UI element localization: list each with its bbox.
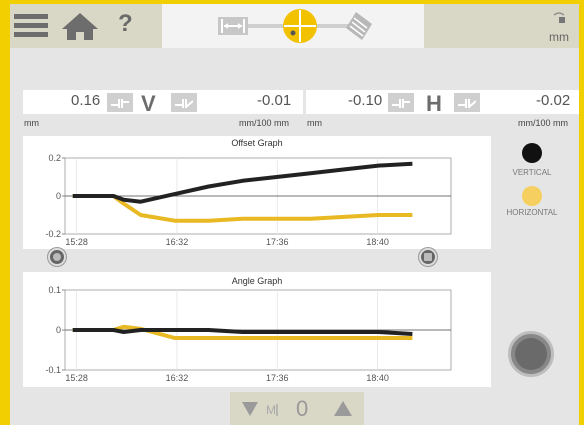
range-start-handle[interactable] xyxy=(48,248,66,266)
offset-icon xyxy=(111,98,129,108)
x-tick-label: 15:28 xyxy=(65,373,88,383)
x-tick-label: 17:36 xyxy=(266,373,289,383)
down-arrow-icon[interactable] xyxy=(242,402,258,416)
range-end-handle[interactable] xyxy=(419,248,437,266)
vertical-angle-unit: mm/100 mm xyxy=(239,118,290,128)
offset-graph-plot: 15:28 16:32 17:36 18:40 0.2 0 -0.2 xyxy=(45,153,452,247)
svg-text:M: M xyxy=(266,403,276,417)
x-tick-label: 16:32 xyxy=(166,373,189,383)
lock-icon xyxy=(553,12,565,23)
distance-icon[interactable] xyxy=(218,17,248,35)
angle-graph-title: Angle Graph xyxy=(231,276,283,286)
angle-button[interactable] xyxy=(454,93,480,112)
angle-graph-plot: 15:28 16:32 17:36 18:40 0.1 0 -0.1 xyxy=(45,285,452,383)
vertical-readout: 0.16 V -0.01 xyxy=(23,90,303,116)
x-tick-label: 17:36 xyxy=(266,237,289,247)
y-tick-label: 0 xyxy=(56,191,61,201)
horizontal-legend-label: HORIZONTAL xyxy=(506,208,558,217)
offset-icon xyxy=(392,98,410,108)
vertical-series-line xyxy=(72,328,413,336)
mode-selector xyxy=(162,4,424,48)
angle-button[interactable] xyxy=(171,93,197,112)
x-tick-label: 15:28 xyxy=(65,237,88,247)
top-toolbar: ? mm xyxy=(10,4,579,48)
offset-graph-title: Offset Graph xyxy=(231,138,283,148)
filter-icon[interactable]: M xyxy=(266,403,278,417)
angle-graph[interactable]: Angle Graph 15:28 16:32 17:36 18:40 0.1 0 -0.1 xyxy=(23,272,491,387)
toolbar-right: mm xyxy=(424,4,579,48)
y-tick-label: -0.1 xyxy=(45,365,61,375)
measure-crosshair-icon[interactable] xyxy=(283,9,317,43)
y-tick-label: 0 xyxy=(56,325,61,335)
horizontal-angle-unit: mm/100 mm xyxy=(518,118,569,128)
record-button[interactable] xyxy=(508,331,554,377)
unit-label[interactable]: mm xyxy=(549,30,569,44)
toolbar-left: ? xyxy=(10,4,162,48)
vertical-angle-value: -0.01 xyxy=(257,92,292,109)
help-button[interactable]: ? xyxy=(118,10,133,38)
mode-steps xyxy=(218,9,372,43)
horizontal-offset-value: -0.10 xyxy=(348,92,383,109)
x-tick-label: 18:40 xyxy=(366,373,389,383)
vertical-offset-value: 0.16 xyxy=(71,92,101,109)
bottom-zero-control: M 0 xyxy=(230,392,364,425)
vertical-offset-unit: mm xyxy=(24,118,39,128)
up-arrow-icon[interactable] xyxy=(334,401,352,416)
y-tick-label: -0.2 xyxy=(45,229,61,239)
offset-button[interactable] xyxy=(388,93,414,112)
x-tick-label: 16:32 xyxy=(166,237,189,247)
results-icon[interactable] xyxy=(346,12,372,40)
y-tick-label: 0.1 xyxy=(48,285,61,295)
x-tick-label: 18:40 xyxy=(366,237,389,247)
y-tick-label: 0.2 xyxy=(48,153,61,163)
horizontal-angle-value: -0.02 xyxy=(536,92,571,109)
angle-icon xyxy=(175,98,193,108)
offset-button[interactable] xyxy=(107,93,133,112)
horizontal-offset-unit: mm xyxy=(307,118,322,128)
hamburger-menu-icon[interactable] xyxy=(14,13,48,39)
horizontal-legend-dot xyxy=(522,186,542,206)
home-icon[interactable] xyxy=(60,11,100,41)
vertical-legend-label: VERTICAL xyxy=(512,168,552,177)
vertical-legend-dot xyxy=(522,143,542,163)
offset-graph[interactable]: Offset Graph 15:28 16:32 17:36 18:40 0.2 0 -0.… xyxy=(23,136,491,249)
horizontal-axis-label: H xyxy=(426,91,442,116)
angle-icon xyxy=(458,98,476,108)
zero-value: 0 xyxy=(296,396,309,421)
horizontal-readout: -0.10 H -0.02 xyxy=(306,90,579,116)
app-frame: ? mm 0.16 V -0.01 mm mm/100 mm -0.10 H -… xyxy=(10,4,579,425)
vertical-axis-label: V xyxy=(141,91,156,116)
